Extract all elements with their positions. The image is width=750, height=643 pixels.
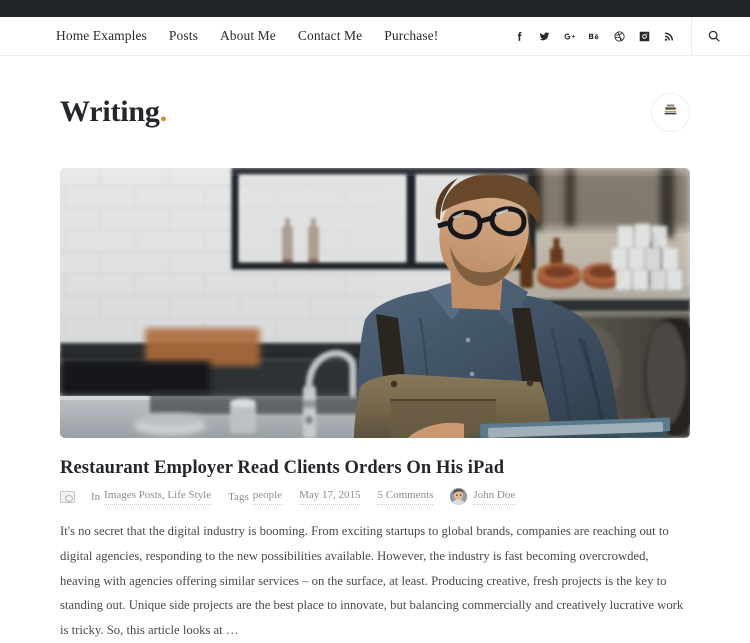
- post-excerpt: It's no secret that the digital industry…: [60, 524, 684, 638]
- featured-image-wrap: [0, 168, 750, 438]
- post-date-value: May 17, 2015: [299, 488, 361, 505]
- nav-item-about-me[interactable]: About Me: [209, 29, 287, 43]
- categories-value[interactable]: Images Posts, Life Style: [104, 488, 212, 505]
- site-logo-dot: .: [159, 95, 168, 128]
- post-date: May 17, 2015: [299, 488, 361, 505]
- nav-item-contact-me[interactable]: Contact Me: [287, 29, 373, 43]
- post-tags: Tags people: [228, 488, 283, 505]
- search-icon[interactable]: [692, 17, 736, 56]
- post-comments[interactable]: 5 Comments: [377, 488, 434, 505]
- site-logo[interactable]: Writing.: [60, 97, 167, 127]
- nav-item-posts[interactable]: Posts: [158, 29, 209, 43]
- rss-icon[interactable]: [663, 30, 676, 43]
- navbar-right-group: [513, 16, 736, 56]
- featured-image[interactable]: [60, 168, 690, 438]
- post-author[interactable]: John Doe: [450, 488, 516, 506]
- site-logo-text: Writing: [60, 95, 160, 128]
- menu-stack-icon-button[interactable]: [651, 92, 690, 132]
- categories-lead: In: [91, 490, 101, 503]
- post-meta: In Images Posts, Life Style Tags people …: [60, 488, 690, 506]
- main-navbar: Home Examples Posts About Me Contact Me …: [0, 16, 750, 56]
- post-author-name[interactable]: John Doe: [473, 488, 516, 505]
- behance-icon[interactable]: [588, 30, 601, 43]
- social-links: [513, 30, 691, 43]
- post-article: Restaurant Employer Read Clients Orders …: [0, 457, 750, 643]
- facebook-icon[interactable]: [513, 30, 526, 43]
- nav-item-home-examples[interactable]: Home Examples: [56, 29, 158, 43]
- post-categories: In Images Posts, Life Style: [91, 488, 212, 505]
- page-header: Writing.: [0, 56, 750, 168]
- image-format-icon: [60, 490, 75, 503]
- instagram-icon[interactable]: [638, 30, 651, 43]
- tags-lead: Tags: [228, 490, 249, 503]
- avatar: [450, 488, 468, 506]
- post-comments-value[interactable]: 5 Comments: [377, 488, 434, 505]
- tags-value[interactable]: people: [252, 488, 283, 505]
- google-plus-icon[interactable]: [563, 30, 576, 43]
- top-dark-strip: [0, 0, 750, 17]
- post-title[interactable]: Restaurant Employer Read Clients Orders …: [60, 457, 690, 479]
- twitter-icon[interactable]: [538, 30, 551, 43]
- nav-item-purchase[interactable]: Purchase!: [373, 29, 449, 43]
- menu-stack-icon: [663, 102, 678, 122]
- primary-navigation: Home Examples Posts About Me Contact Me …: [56, 29, 449, 43]
- dribbble-icon[interactable]: [613, 30, 626, 43]
